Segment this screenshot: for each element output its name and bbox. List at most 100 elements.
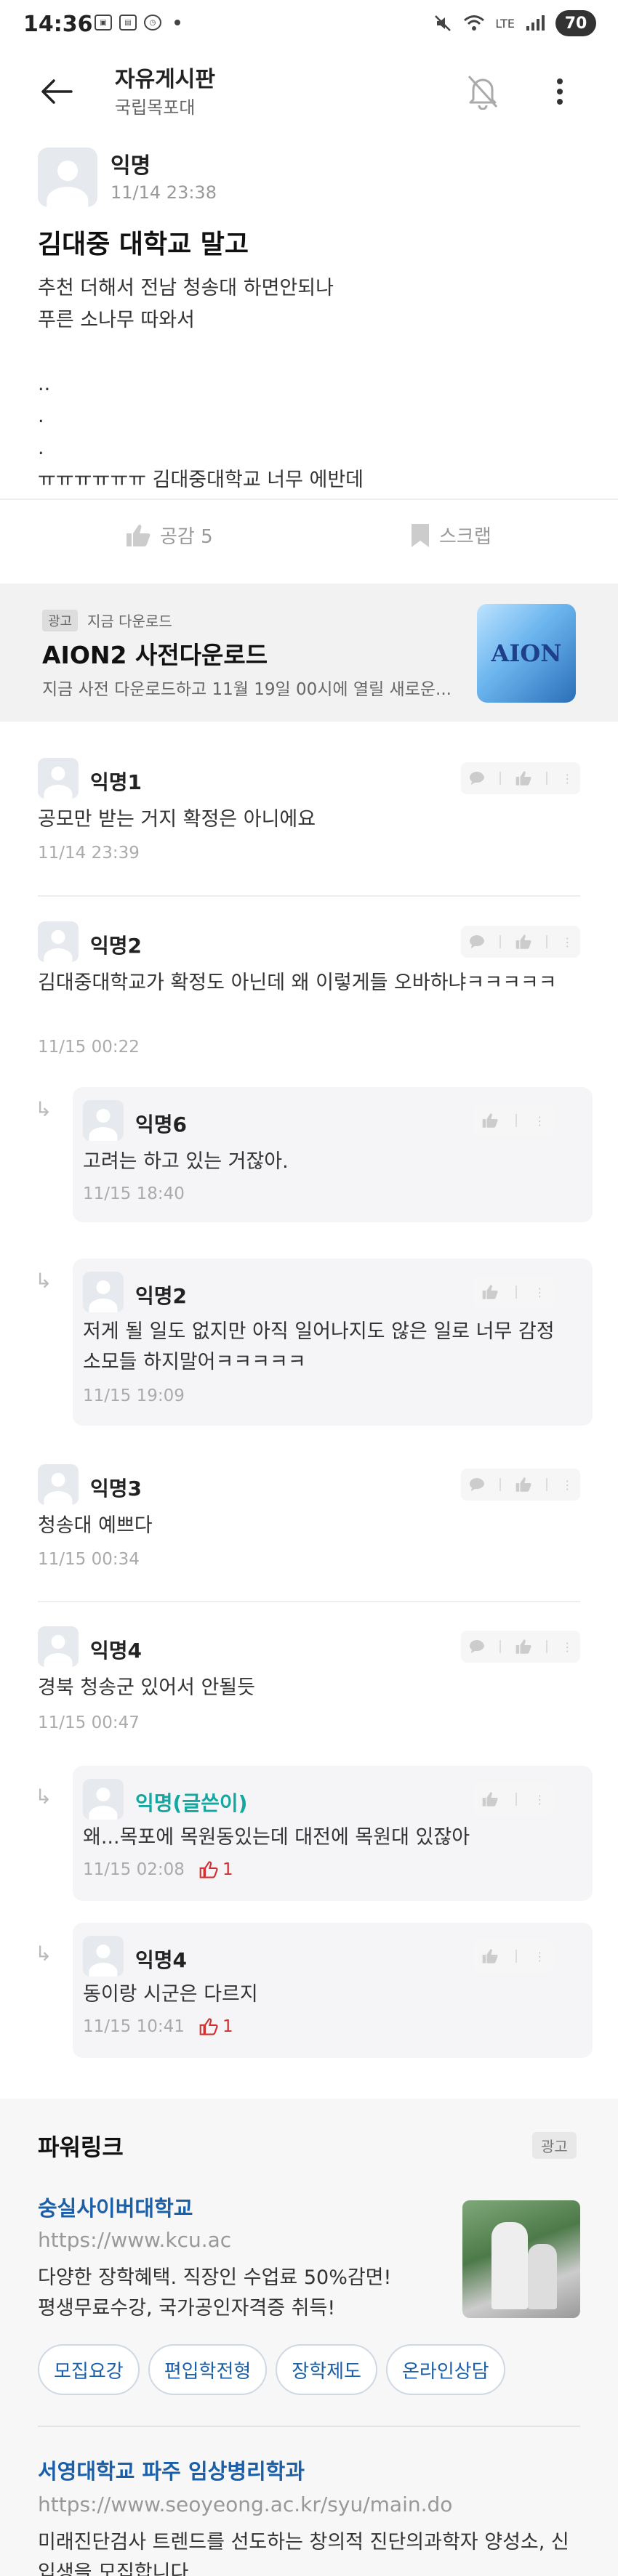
thumbs-up-icon <box>515 934 531 949</box>
thumbs-up-icon <box>515 771 531 786</box>
comment-author: 익명6 <box>135 1113 188 1136</box>
network-type: LTE <box>495 16 515 31</box>
more-vertical-icon: ⋮ <box>534 1285 546 1299</box>
comment-time: 11/15 00:22 <box>38 1038 140 1057</box>
chip-consult[interactable]: 온라인상담 <box>385 2344 505 2395</box>
more-vertical-icon: ⋮ <box>561 1639 574 1654</box>
like-button[interactable]: 공감 5 <box>125 522 213 549</box>
more-vertical-icon <box>557 78 563 105</box>
ad-logo: AION <box>491 639 562 667</box>
arrow-left-icon <box>41 79 73 104</box>
status-bar: 14:36 ▣ ▤ ◷ LTE 70 <box>0 0 618 51</box>
thumbs-up-icon <box>482 1949 498 1963</box>
comment-actions[interactable]: ⋮ <box>461 1631 580 1663</box>
comment-text: 공모만 받는 거지 확정은 아니에요 <box>38 808 316 831</box>
more-vertical-icon: ⋮ <box>534 1949 546 1963</box>
more-vertical-icon: ⋮ <box>561 934 574 949</box>
notification-toggle-button[interactable] <box>461 70 505 113</box>
powerlink-section: 파워링크 광고 숭실사이버대학교 https://www.kcu.ac 다양한 … <box>0 2099 618 2576</box>
comment-inner: 익명6 ⋮ 고려는 하고 있는 거잖아. 11/15 18:40 <box>83 1100 585 1216</box>
comment-actions[interactable]: ⋮ <box>473 1276 554 1308</box>
ad-badge: 광고 <box>42 610 79 631</box>
divider <box>38 1601 580 1602</box>
thumbs-up-outline-icon <box>199 2018 218 2035</box>
comment-inner: 익명4 ⋮ 동이랑 시군은 다르지 11/15 10:41 1 <box>83 1936 585 2052</box>
thumbs-up-icon <box>482 1113 498 1128</box>
avatar <box>38 1464 79 1505</box>
powerlink-ad-image[interactable] <box>462 2200 580 2318</box>
chip-transfer[interactable]: 편입학전형 <box>148 2344 268 2395</box>
comment-actions[interactable]: ⋮ <box>461 1469 580 1501</box>
avatar <box>38 1626 79 1667</box>
like-label: 공감 5 <box>160 526 213 548</box>
comment-text: 김대중대학교가 확정도 아닌데 왜 이렇게들 오바하냐ㅋㅋㅋㅋㅋ <box>38 972 557 994</box>
comment-actions[interactable]: ⋮ <box>473 1940 554 1972</box>
comment-actions[interactable]: ⋮ <box>461 926 580 958</box>
powerlink-ad-url[interactable]: https://www.kcu.ac <box>38 2228 231 2252</box>
avatar <box>83 1272 124 1312</box>
notification-dot-icon <box>174 20 180 25</box>
comment-text: 경북 청송군 있어서 안될듯 <box>38 1676 255 1699</box>
comment-time: 11/15 10:41 <box>83 2017 185 2036</box>
reply: 익명2 ⋮ 저게 될 일도 없지만 아직 일어나지도 않은 일로 너무 감정소모… <box>73 1259 593 1426</box>
reply-icon <box>469 1478 484 1491</box>
calendar-icon: ▤ <box>119 15 137 31</box>
comment-text: 고려는 하고 있는 거잖아. <box>83 1150 289 1173</box>
back-button[interactable] <box>35 70 79 113</box>
reply-arrow-icon: ↳ <box>35 1269 52 1293</box>
chip-admission[interactable]: 모집요강 <box>38 2344 140 2395</box>
reply: 익명4 ⋮ 동이랑 시군은 다르지 11/15 10:41 1 <box>73 1923 593 2058</box>
avatar <box>83 1779 124 1820</box>
signal-icon <box>526 15 545 31</box>
comment-actions[interactable]: ⋮ <box>461 762 580 794</box>
alarm-icon: ◷ <box>144 15 161 31</box>
powerlink-ad-title[interactable]: 숭실사이버대학교 <box>38 2192 193 2222</box>
comment-text: 저게 될 일도 없지만 아직 일어나지도 않은 일로 너무 감정소모들 하지말어… <box>83 1320 555 1373</box>
comment: 익명2 ⋮ 김대중대학교가 확정도 아닌데 왜 이렇게들 오바하냐ㅋㅋㅋㅋㅋ 1… <box>38 921 580 1067</box>
comment-author: 익명1 <box>90 770 143 794</box>
powerlink-ad-title[interactable]: 서영대학교 파주 임상병리학과 <box>38 2455 305 2485</box>
scrap-button[interactable]: 스크랩 <box>410 522 491 549</box>
comment-author: 익명2 <box>90 934 143 958</box>
chip-scholarship[interactable]: 장학제도 <box>276 2344 377 2395</box>
bookmark-icon <box>412 523 429 547</box>
comment-time: 11/15 00:34 <box>38 1550 140 1569</box>
powerlink-title: 파워링크 <box>38 2133 124 2161</box>
board-title: 자유게시판 <box>115 67 215 92</box>
comment-inner: 익명(글쓴이) ⋮ 왜...목포에 목원동있는데 대전에 목원대 있잖아 11/… <box>83 1779 585 1895</box>
ad-banner[interactable]: 광고 지금 다운로드 AION2 사전다운로드 지금 사전 다운로드하고 11월… <box>0 584 618 722</box>
comment-author: 익명3 <box>90 1477 143 1501</box>
school-name: 국립목포대 <box>115 97 196 118</box>
comment: 익명1 ⋮ 공모만 받는 거지 확정은 아니에요 11/14 23:39 <box>38 758 580 874</box>
thumbs-up-outline-icon <box>199 1861 218 1878</box>
ad-badge: 광고 <box>532 2132 577 2159</box>
ad-title: AION2 사전다운로드 <box>42 641 268 669</box>
comment-like-count: 1 <box>199 1860 233 1879</box>
ad-description: 지금 사전 다운로드하고 11월 19일 00시에 열릴 새로운... <box>42 680 452 699</box>
battery-indicator: 70 <box>555 10 596 36</box>
comment-time: 11/15 19:09 <box>83 1386 185 1405</box>
status-left-icons: ▣ ▤ ◷ <box>95 15 180 31</box>
comment-actions[interactable]: ⋮ <box>473 1783 554 1815</box>
comment-time: 11/15 02:08 <box>83 1860 185 1879</box>
mute-icon <box>435 15 452 31</box>
powerlink-ad-url[interactable]: https://www.seoyeong.ac.kr/syu/main.do <box>38 2492 452 2516</box>
bell-off-icon <box>467 75 498 110</box>
post-time: 11/14 23:38 <box>111 182 217 203</box>
more-options-button[interactable] <box>538 70 582 113</box>
reply-icon <box>469 935 484 948</box>
comment-text: 왜...목포에 목원동있는데 대전에 목원대 있잖아 <box>83 1826 470 1849</box>
comment: 익명3 ⋮ 청송대 예쁘다 11/15 00:34 <box>38 1464 580 1580</box>
thumbs-up-icon <box>515 1477 531 1492</box>
like-count: 1 <box>222 1860 233 1879</box>
thumbs-up-icon <box>127 524 151 546</box>
avatar <box>38 758 79 799</box>
comment-actions[interactable]: ⋮ <box>473 1105 554 1136</box>
comment-author: 익명4 <box>90 1639 143 1663</box>
comment: 익명4 ⋮ 경북 청송군 있어서 안될듯 11/15 00:47 <box>38 1626 580 1743</box>
divider <box>38 895 580 897</box>
divider <box>38 2426 580 2427</box>
avatar <box>83 1936 124 1977</box>
avatar <box>38 921 79 962</box>
thumbs-up-icon <box>482 1792 498 1806</box>
